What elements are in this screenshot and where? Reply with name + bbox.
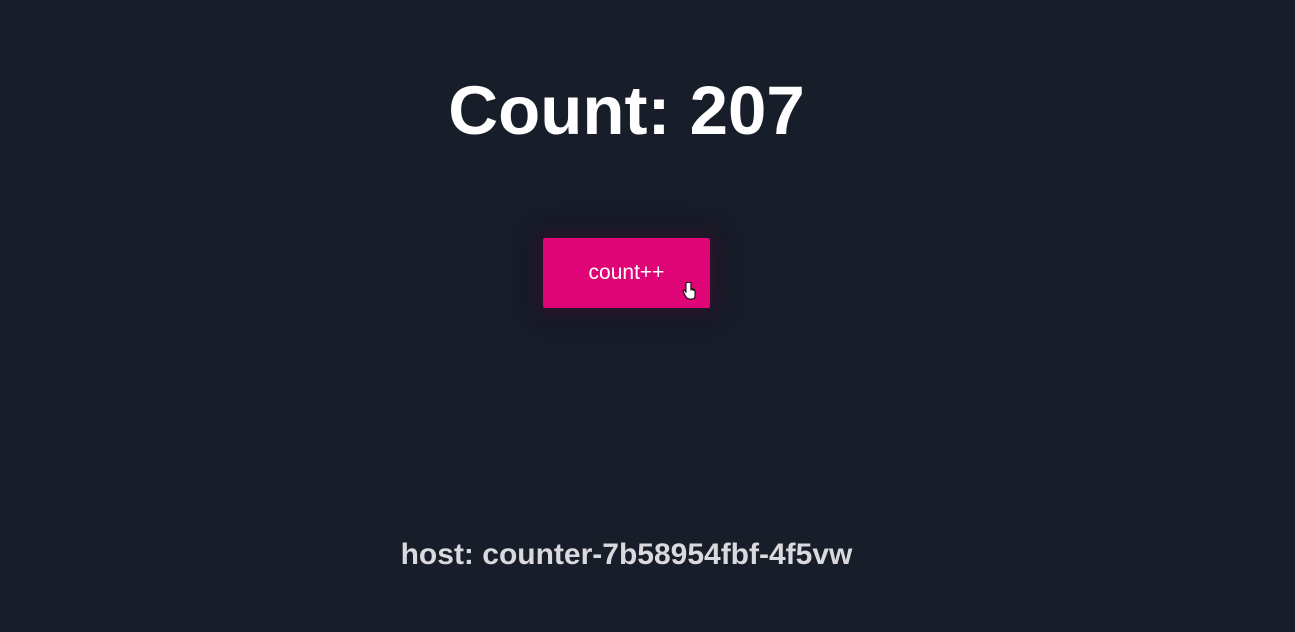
count-heading: Count: 207 [448,72,805,149]
counter-page: Count: 207 count++ host: counter-7b58954… [0,0,1295,632]
host-label: host: counter-7b58954fbf-4f5vw [400,538,853,571]
hand-pointer-cursor-icon [682,282,696,300]
count-increment-label: count++ [588,261,665,284]
